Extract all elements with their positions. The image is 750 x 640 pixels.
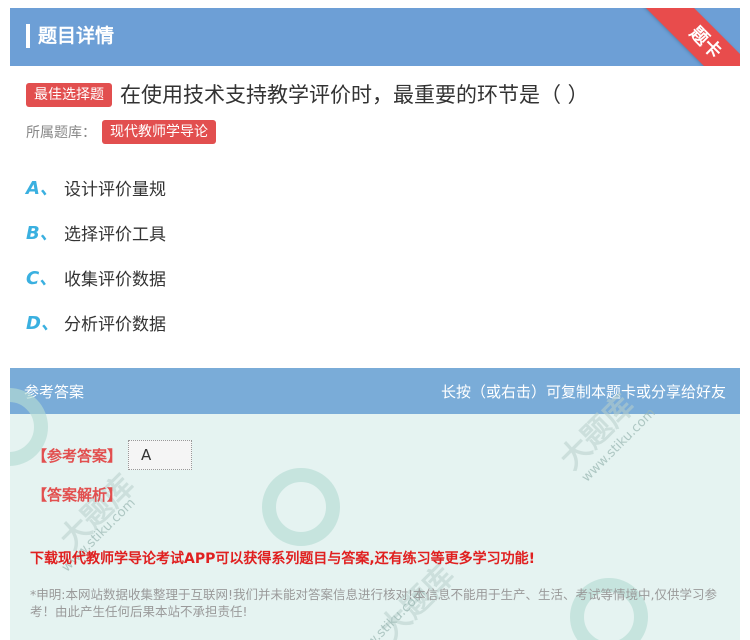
- reference-answer-label: 【参考答案】: [32, 446, 123, 465]
- option-d[interactable]: D、 分析评价数据: [26, 307, 166, 337]
- option-b[interactable]: B、 选择评价工具: [26, 217, 166, 247]
- watermark-logo-icon: [262, 468, 340, 546]
- analysis-label: 【答案解析】: [32, 486, 123, 504]
- option-letter: B、: [26, 223, 58, 244]
- option-letter: C、: [26, 268, 58, 289]
- question-row: 最佳选择题 在使用技术支持教学评价时，最重要的环节是（ ）: [26, 80, 726, 110]
- disclaimer-text: *申明:本网站数据收集整理于互联网!我们并未能对答案信息进行核对!本信息不能用于…: [30, 587, 717, 619]
- bank-label: 所属题库：: [26, 125, 96, 141]
- answer-panel: 参考答案 长按（或右击）可复制本题卡或分享给好友 大题库 大题库 大题库 www…: [10, 368, 740, 640]
- option-letter: D、: [26, 313, 59, 334]
- option-text: 分析评价数据: [64, 314, 166, 335]
- analysis-row: 【答案解析】: [32, 484, 122, 505]
- page-title: 题目详情: [38, 25, 115, 47]
- option-text: 设计评价量规: [64, 179, 166, 200]
- corner-badge-wrap: 题卡: [630, 8, 740, 66]
- header-bar: 题目详情 题卡: [10, 8, 740, 66]
- option-text: 收集评价数据: [64, 269, 166, 290]
- option-c[interactable]: C、 收集评价数据: [26, 262, 166, 292]
- bank-name-tag[interactable]: 现代教师学导论: [102, 120, 216, 144]
- options-list: A、 设计评价量规 B、 选择评价工具 C、 收集评价数据 D、 分析评价数据: [26, 172, 166, 352]
- option-text: 选择评价工具: [64, 224, 166, 245]
- question-type-tag: 最佳选择题: [26, 83, 112, 107]
- share-hint: 长按（或右击）可复制本题卡或分享给好友: [440, 382, 726, 401]
- bank-row: 所属题库： 现代教师学导论: [26, 120, 216, 144]
- app-promo-link[interactable]: 下载现代教师学导论考试APP可以获得系列题目与答案,还有练习等更多学习功能!: [30, 548, 535, 568]
- question-text: 在使用技术支持教学评价时，最重要的环节是（ ）: [120, 83, 589, 107]
- corner-badge: 题卡: [639, 8, 740, 66]
- reference-answer-value: A: [128, 440, 193, 470]
- reference-answer-row: 【参考答案】 A: [32, 440, 193, 470]
- option-letter: A、: [26, 178, 58, 199]
- option-a[interactable]: A、 设计评价量规: [26, 172, 166, 202]
- header-accent-bar: [26, 24, 30, 48]
